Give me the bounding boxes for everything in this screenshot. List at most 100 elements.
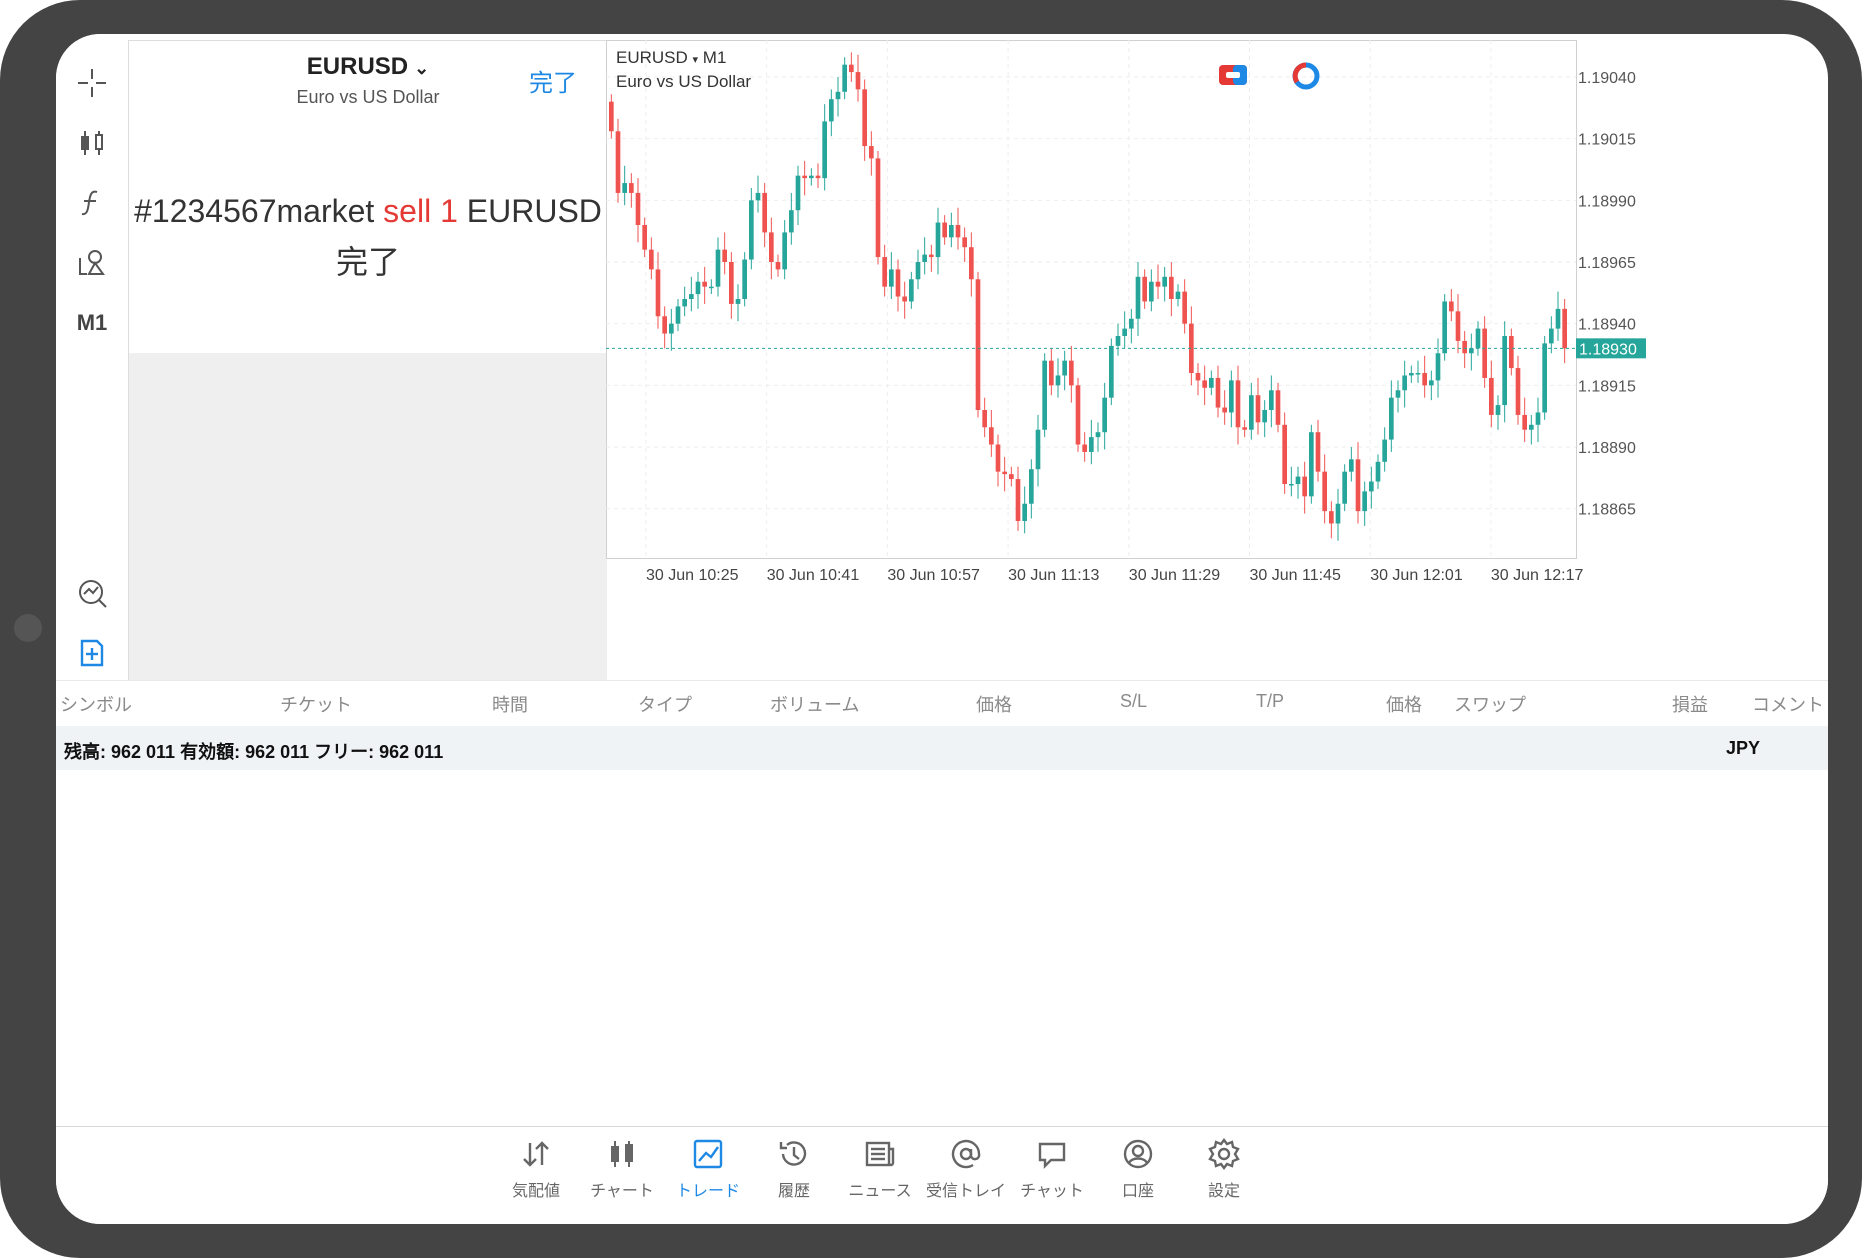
account-icon xyxy=(1123,1139,1153,1169)
objects-icon[interactable] xyxy=(56,238,128,288)
candle-body xyxy=(1562,308,1567,349)
candle-body xyxy=(1522,414,1527,430)
done-button[interactable]: 完了 xyxy=(529,63,577,98)
new-order-icon[interactable] xyxy=(56,628,128,678)
column-profit[interactable]: 損益 xyxy=(1672,691,1708,717)
candle-body xyxy=(1109,345,1114,398)
tab-chart[interactable]: チャート xyxy=(572,1137,672,1217)
candle-body xyxy=(1469,348,1474,354)
candle-body xyxy=(1135,276,1141,319)
price-chart[interactable]: 1.19040 1.19015 1.18990 1.18965 1.18940 1.189… xyxy=(606,40,1828,680)
candle-body xyxy=(735,299,741,304)
column-time[interactable]: 時間 xyxy=(492,691,528,717)
candle-body xyxy=(1255,395,1261,423)
candle-body xyxy=(1035,429,1041,470)
account-currency: JPY xyxy=(1725,738,1760,758)
candle-body xyxy=(855,72,861,90)
candle-body xyxy=(1089,437,1094,452)
app-screen: M1 EURUSD ⌄ Euro vs US Dollar 完了 #1234567… xyxy=(56,34,1828,1224)
tab-chat[interactable]: チャット xyxy=(1002,1137,1102,1217)
candle-body xyxy=(1202,380,1207,388)
candle-body xyxy=(1049,360,1054,386)
candle-body xyxy=(809,175,814,179)
candle-body xyxy=(1515,368,1521,415)
candle-body xyxy=(755,192,761,201)
candle-body xyxy=(715,249,721,287)
candle-body xyxy=(1082,444,1087,452)
tab-label: 設定 xyxy=(1207,1183,1240,1200)
settings-icon xyxy=(1208,1138,1240,1170)
candle-body xyxy=(1055,375,1061,386)
candle-body xyxy=(895,269,901,297)
candle-body xyxy=(802,175,807,179)
column-type[interactable]: タイプ xyxy=(638,691,692,717)
candle-body xyxy=(1262,410,1267,423)
timeframe-button[interactable]: M1 xyxy=(56,298,128,348)
candle-body xyxy=(922,254,927,262)
tab-history[interactable]: 履歴 xyxy=(744,1137,844,1217)
tab-label: 履歴 xyxy=(777,1183,810,1200)
column-comment[interactable]: コメント xyxy=(1752,691,1824,717)
column-symbol[interactable]: シンボル xyxy=(60,691,132,717)
candle-body xyxy=(1389,397,1394,440)
tab-mailbox[interactable]: 受信トレイ xyxy=(916,1137,1016,1217)
candle-body xyxy=(1295,476,1301,484)
candle-body xyxy=(875,158,881,258)
news-icon xyxy=(865,1141,895,1167)
candle-body xyxy=(762,192,767,233)
candle-body xyxy=(1062,360,1067,376)
column-current-price[interactable]: 価格 xyxy=(1386,691,1422,717)
tab-quotes[interactable]: 気配値 xyxy=(486,1137,586,1217)
candle-body xyxy=(982,410,987,428)
tab-settings[interactable]: 設定 xyxy=(1174,1137,1274,1217)
candle-body xyxy=(1529,424,1534,430)
candle-body xyxy=(1369,481,1374,492)
candle-body xyxy=(1149,281,1154,302)
candle-body xyxy=(935,222,941,258)
tab-news[interactable]: ニュース xyxy=(830,1137,930,1217)
x-tick-label: 30 Jun 10:25 xyxy=(646,567,739,584)
column-volume[interactable]: ボリューム xyxy=(770,691,859,717)
candle-body xyxy=(1382,439,1387,462)
candle-body xyxy=(682,299,687,307)
function-icon[interactable] xyxy=(56,178,128,228)
x-tick-label: 30 Jun 11:29 xyxy=(1129,567,1220,584)
tab-account[interactable]: 口座 xyxy=(1088,1137,1188,1217)
candle-body xyxy=(729,262,734,304)
crosshair-icon[interactable] xyxy=(56,58,128,108)
column-sl[interactable]: S/L xyxy=(1120,691,1147,712)
candlestick-icon[interactable] xyxy=(56,118,128,168)
x-tick-label: 30 Jun 12:01 xyxy=(1370,567,1463,584)
candle-body xyxy=(615,131,621,193)
candle-body xyxy=(1355,459,1361,512)
trade-levels-icon[interactable] xyxy=(1290,60,1322,92)
candle-body xyxy=(789,210,794,233)
candle-body xyxy=(1075,385,1081,445)
candle-body xyxy=(1335,503,1341,524)
candle-body xyxy=(1409,373,1414,376)
column-price[interactable]: 価格 xyxy=(976,691,1012,717)
candle-body xyxy=(1402,375,1407,391)
candle-body xyxy=(1215,377,1221,408)
trade-table-header: シンボル チケット 時間 タイプ ボリューム 価格 S/L T/P 価格 スワッ… xyxy=(56,680,1828,723)
column-ticket[interactable]: チケット xyxy=(280,691,352,717)
order-status: 完了 xyxy=(335,244,400,280)
column-swap[interactable]: スワップ xyxy=(1454,691,1526,717)
candle-body xyxy=(1395,390,1401,398)
candle-body xyxy=(1535,412,1541,425)
candle-body xyxy=(782,232,787,270)
order-message-ticket: #1234567market xyxy=(134,193,384,229)
candle-body xyxy=(1449,301,1454,312)
one-click-trading-icon[interactable] xyxy=(1218,64,1248,86)
candle-body xyxy=(1022,503,1027,521)
candle-body xyxy=(662,316,667,334)
chart-canvas[interactable]: 1.19040 1.19015 1.18990 1.18965 1.18940 1.189… xyxy=(606,40,1828,680)
column-tp[interactable]: T/P xyxy=(1256,691,1284,712)
candle-body xyxy=(969,247,974,280)
y-tick-label: 1.18940 xyxy=(1578,317,1636,334)
tab-label: 受信トレイ xyxy=(925,1183,1006,1200)
indicator-icon[interactable] xyxy=(56,568,128,618)
tab-trade[interactable]: トレード xyxy=(658,1137,758,1217)
device-frame: M1 EURUSD ⌄ Euro vs US Dollar 完了 #1234567… xyxy=(0,0,1862,1258)
candle-body xyxy=(882,257,887,287)
